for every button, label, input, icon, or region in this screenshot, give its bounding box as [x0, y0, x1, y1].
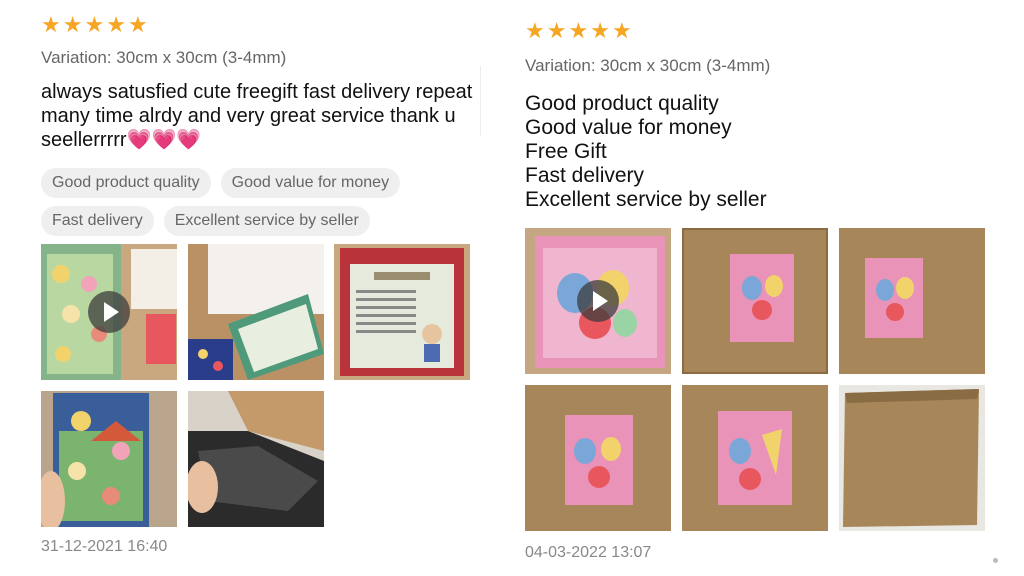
- review-photo[interactable]: [682, 228, 828, 374]
- tag-chip[interactable]: Good product quality: [41, 168, 211, 198]
- review-date: 04-03-2022 13:07: [525, 544, 652, 561]
- photo-image: [188, 391, 324, 527]
- divider: [480, 66, 481, 136]
- review-video-thumbnail[interactable]: [41, 244, 177, 380]
- review-1: ★ ★ ★ ★ ★ Variation: 30cm x 30cm (3-4mm)…: [41, 14, 476, 236]
- star-icon: ★: [84, 12, 105, 37]
- photo-image: [334, 244, 470, 380]
- review-photo[interactable]: [525, 385, 671, 531]
- star-icon: ★: [546, 18, 567, 43]
- review-text: Good product quality Good value for mone…: [525, 92, 985, 212]
- photo-image: [188, 244, 324, 380]
- rating-stars: ★ ★ ★ ★ ★: [525, 20, 985, 42]
- photo-image: [682, 228, 828, 374]
- review-line: Good value for money: [525, 116, 732, 139]
- review-2: ★ ★ ★ ★ ★ Variation: 30cm x 30cm (3-4mm)…: [525, 20, 985, 212]
- star-icon: ★: [106, 12, 126, 37]
- star-icon: ★: [568, 18, 589, 43]
- star-icon: ★: [525, 18, 545, 43]
- variation-label: Variation: 30cm x 30cm (3-4mm): [41, 48, 287, 67]
- photo-image: [41, 391, 177, 527]
- rating-stars: ★ ★ ★ ★ ★: [41, 14, 476, 36]
- review-photo[interactable]: [334, 244, 470, 380]
- star-icon: ★: [62, 12, 83, 37]
- play-icon: [577, 280, 619, 322]
- tag-chip[interactable]: Good value for money: [220, 168, 401, 198]
- photo-image: [839, 228, 985, 374]
- star-icon: ★: [41, 12, 61, 37]
- review-photo[interactable]: [839, 385, 985, 531]
- review-photo[interactable]: [188, 244, 324, 380]
- review-date: 31-12-2021 16:40: [41, 538, 168, 555]
- play-icon: [88, 291, 130, 333]
- photo-image: [839, 385, 985, 531]
- review-photo[interactable]: [188, 391, 324, 527]
- review-line: Excellent service by seller: [525, 188, 767, 211]
- photo-image: [525, 385, 671, 531]
- review-photo[interactable]: [839, 228, 985, 374]
- tag-chip[interactable]: Fast delivery: [41, 206, 154, 236]
- tag-chip[interactable]: Excellent service by seller: [163, 206, 370, 236]
- review-line: Fast delivery: [525, 164, 645, 187]
- review-line: Good product quality: [525, 92, 719, 115]
- star-icon: ★: [127, 12, 148, 37]
- review-line: Free Gift: [525, 140, 607, 163]
- star-icon: ★: [590, 18, 610, 43]
- review-tags: Good product quality Good value for mone…: [41, 168, 476, 236]
- variation-label: Variation: 30cm x 30cm (3-4mm): [525, 56, 771, 75]
- review-photo[interactable]: [41, 391, 177, 527]
- star-icon: ★: [611, 18, 632, 43]
- review-text: always satusfied cute freegift fast deli…: [41, 81, 473, 151]
- scroll-indicator: [993, 558, 998, 563]
- photo-image: [682, 385, 828, 531]
- review-video-thumbnail[interactable]: [525, 228, 671, 374]
- review-photo[interactable]: [682, 385, 828, 531]
